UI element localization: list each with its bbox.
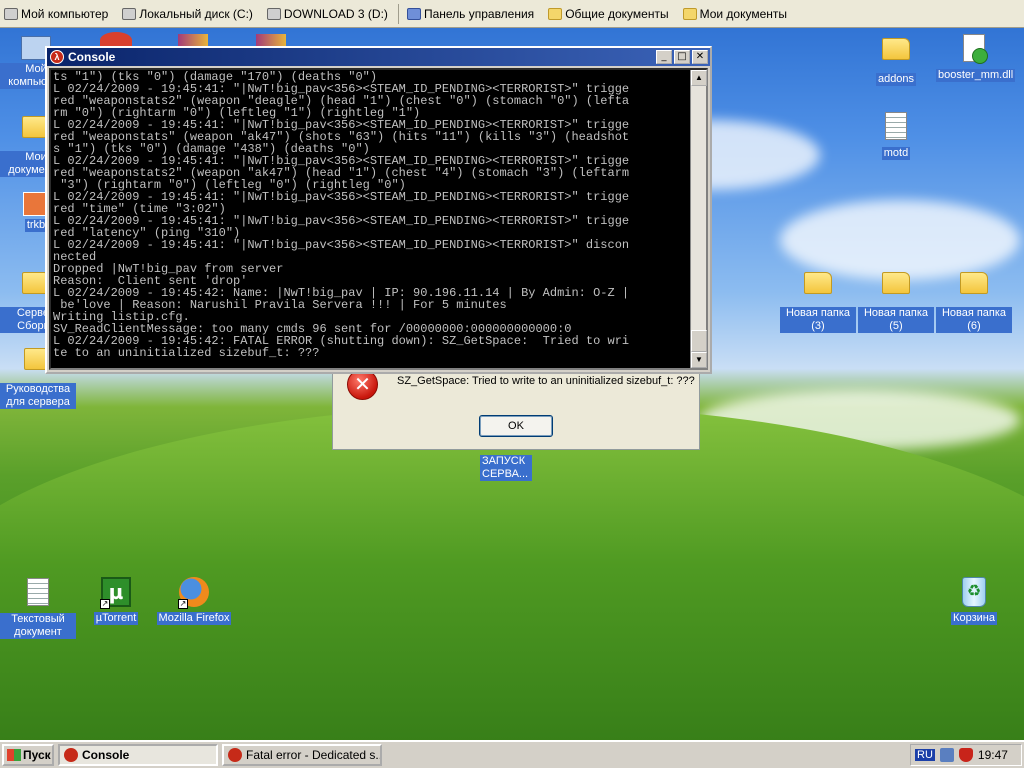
desktop-icon-addons[interactable]: addons bbox=[858, 32, 934, 86]
console-title-bar[interactable]: λ Console _ □ ✕ bbox=[47, 48, 710, 66]
desktop-icon-booster-dll[interactable]: booster_mm.dll bbox=[936, 32, 1016, 82]
taskbar-label: Fatal error - Dedicated s... bbox=[246, 748, 382, 762]
desktop-icon-label: Текстовый документ bbox=[0, 613, 76, 639]
desktop-icon-new-folder-3[interactable]: Новая папка (3) bbox=[780, 266, 856, 333]
disk-icon bbox=[266, 7, 281, 20]
app-icon bbox=[228, 748, 242, 762]
taskbar: Пуск Console Fatal error - Dedicated s..… bbox=[0, 740, 1024, 768]
desktop-icon-label: Руководства для сервера bbox=[0, 383, 76, 409]
desktop-icon-label: trkb bbox=[24, 219, 48, 232]
utorrent-icon: µ ↗ bbox=[100, 577, 132, 609]
system-tray: RU 19:47 bbox=[910, 744, 1022, 766]
desktop-icon-motd[interactable]: motd bbox=[858, 110, 934, 160]
quick-launch-bar: Мой компьютер Локальный диск (C:) DOWNLO… bbox=[0, 0, 1024, 28]
desktop-icon-label: Новая папка (6) bbox=[936, 307, 1012, 333]
network-icon[interactable] bbox=[939, 748, 954, 762]
security-shield-icon[interactable] bbox=[958, 748, 973, 762]
desktop-icon-new-folder-5[interactable]: Новая папка (5) bbox=[858, 266, 934, 333]
topbar-label: Мой компьютер bbox=[21, 6, 109, 21]
desktop-icon-recycle-bin[interactable]: ♻ Корзина bbox=[936, 576, 1012, 625]
scrollbar-thumb[interactable] bbox=[691, 330, 707, 352]
taskbar-button-console[interactable]: Console bbox=[58, 744, 218, 766]
console-window: λ Console _ □ ✕ ts "1") (tks "0") (damag… bbox=[45, 46, 712, 374]
topbar-disk-c[interactable]: Локальный диск (C:) bbox=[122, 7, 253, 21]
desktop-icon-firefox[interactable]: ↗ Mozilla Firefox bbox=[156, 576, 232, 625]
desktop-icon-label: ЗАПУСК СЕРВА... bbox=[480, 455, 532, 481]
topbar-label: DOWNLOAD 3 (D:) bbox=[283, 6, 388, 21]
desktop-icon-text-document[interactable]: Текстовый документ bbox=[0, 576, 76, 639]
clock[interactable]: 19:47 bbox=[978, 748, 1008, 762]
topbar-label: Мои документы bbox=[699, 6, 788, 21]
topbar-control-panel[interactable]: Панель управления bbox=[406, 6, 535, 21]
recycle-bin-icon: ♻ bbox=[958, 577, 990, 609]
shortcut-arrow-icon: ↗ bbox=[100, 599, 110, 609]
ok-button[interactable]: OK bbox=[479, 415, 553, 437]
maximize-button[interactable]: □ bbox=[674, 50, 690, 64]
windows-logo-icon bbox=[7, 749, 21, 761]
topbar-label: Панель управления bbox=[423, 6, 535, 21]
control-panel-icon bbox=[406, 7, 421, 20]
console-output[interactable]: ts "1") (tks "0") (damage "170") (deaths… bbox=[49, 68, 708, 370]
desktop-icon-label: motd bbox=[881, 147, 911, 160]
topbar-label: Общие документы bbox=[565, 6, 669, 21]
desktop-icon-label: µTorrent bbox=[93, 612, 139, 625]
desktop-icon-label: Новая папка (3) bbox=[780, 307, 856, 333]
firefox-icon: ↗ bbox=[178, 577, 210, 609]
scroll-down-icon[interactable]: ▼ bbox=[691, 352, 707, 368]
scroll-up-icon[interactable]: ▲ bbox=[691, 70, 707, 86]
desktop-icon-label: booster_mm.dll bbox=[936, 69, 1016, 82]
desktop-icon-label: Новая папка (5) bbox=[858, 307, 934, 333]
folder-icon bbox=[682, 7, 697, 20]
folder-icon bbox=[880, 272, 912, 304]
app-icon: λ bbox=[50, 50, 64, 64]
language-indicator[interactable]: RU bbox=[915, 749, 935, 761]
console-log: ts "1") (tks "0") (damage "170") (deaths… bbox=[53, 71, 688, 368]
taskbar-label: Console bbox=[82, 748, 130, 762]
minimize-button[interactable]: _ bbox=[656, 50, 672, 64]
topbar-shared-documents[interactable]: Общие документы bbox=[548, 6, 669, 21]
app-icon bbox=[64, 748, 78, 762]
desktop-icon-utorrent[interactable]: µ ↗ µTorrent bbox=[78, 576, 154, 625]
vertical-scrollbar[interactable]: ▲ ▼ bbox=[690, 70, 707, 368]
topbar-my-computer[interactable]: Мой компьютер bbox=[4, 7, 108, 21]
folder-icon bbox=[958, 272, 990, 304]
text-file-icon bbox=[22, 578, 54, 610]
folder-icon bbox=[880, 38, 912, 70]
folder-icon bbox=[548, 7, 563, 20]
desktop-icon-new-folder-6[interactable]: Новая папка (6) bbox=[936, 266, 1012, 333]
folder-icon bbox=[802, 272, 834, 304]
desktop-icon-label: Mozilla Firefox bbox=[156, 612, 232, 625]
text-file-icon bbox=[880, 112, 912, 144]
topbar-disk-d[interactable]: DOWNLOAD 3 (D:) bbox=[266, 6, 388, 21]
computer-icon bbox=[4, 7, 18, 20]
console-line: L 02/24/2009 - 19:45:41: "|NwT!big_pav<3… bbox=[53, 238, 630, 252]
start-label: Пуск bbox=[23, 748, 51, 762]
window-title: Console bbox=[68, 50, 116, 64]
topbar-my-documents[interactable]: Мои документы bbox=[682, 6, 788, 21]
desktop-icon-label: addons bbox=[875, 73, 917, 86]
shortcut-arrow-icon: ↗ bbox=[178, 599, 188, 609]
dll-file-icon bbox=[958, 34, 990, 66]
taskbar-button-fatal-error[interactable]: Fatal error - Dedicated s... bbox=[222, 744, 382, 766]
disk-icon bbox=[122, 7, 137, 20]
start-button[interactable]: Пуск bbox=[2, 744, 54, 766]
topbar-label: Локальный диск (C:) bbox=[139, 6, 253, 21]
error-message: SZ_GetSpace: Tried to write to an uninit… bbox=[397, 375, 695, 387]
topbar-separator bbox=[397, 3, 399, 24]
console-line: te to an uninitialized sizebuf_t: ??? bbox=[53, 346, 320, 360]
desktop-icon-label: Корзина bbox=[951, 612, 997, 625]
close-button[interactable]: ✕ bbox=[692, 50, 708, 64]
